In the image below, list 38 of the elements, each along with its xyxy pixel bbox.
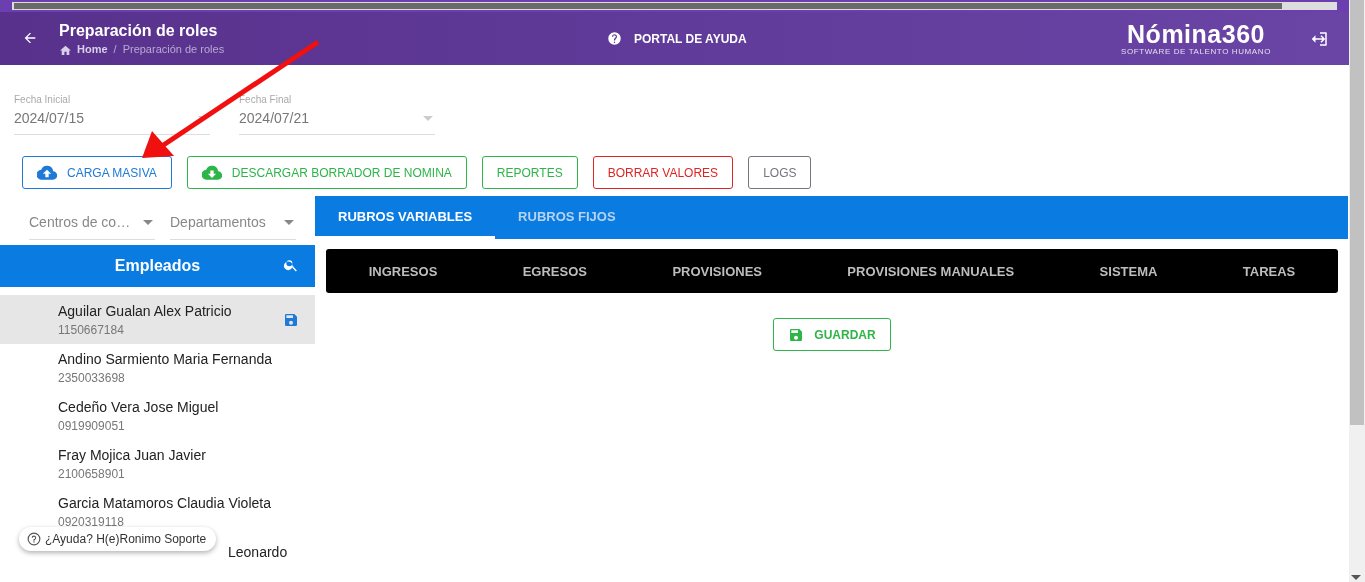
employee-item[interactable]: Andino Sarmiento Maria Fernanda 2350033698 <box>0 344 315 392</box>
subtab[interactable]: EGRESOS <box>514 257 595 285</box>
help-icon <box>27 532 41 546</box>
floppy-icon <box>788 326 805 343</box>
logout-button[interactable] <box>1311 29 1329 48</box>
date-field[interactable]: Fecha Final 2024/07/21 <box>239 94 435 135</box>
employee-item[interactable]: Leonardo <box>228 536 292 568</box>
save-icon <box>283 312 299 328</box>
help-portal-link[interactable]: PORTAL DE AYUDA <box>607 31 747 46</box>
action-button[interactable]: BORRAR VALORES <box>592 156 734 189</box>
tab[interactable]: RUBROS VARIABLES <box>315 196 496 239</box>
search-button[interactable] <box>283 257 299 273</box>
cloud-download-icon <box>201 164 222 181</box>
page-title: Preparación de roles <box>59 22 219 40</box>
action-button[interactable]: CARGA MASIVA <box>22 156 172 189</box>
breadcrumb-current: Preparación de roles <box>122 43 225 55</box>
breadcrumb-separator: / <box>113 43 117 55</box>
horizontal-scrollbar[interactable] <box>0 0 1349 12</box>
employees-header: Empleados <box>0 245 315 287</box>
subtab[interactable]: PROVISIONES <box>664 257 770 285</box>
breadcrumb-link[interactable]: Home <box>59 43 108 55</box>
filter-select[interactable]: Departamentos <box>170 210 296 240</box>
help-toast[interactable]: ¿Ayuda? H(e)Ronimo Soporte <box>19 527 217 551</box>
employee-item[interactable]: Cedeño Vera Jose Miguel 0919909051 <box>0 392 315 440</box>
help-icon <box>607 31 622 46</box>
subtab[interactable]: PROVISIONES MANUALES <box>839 257 1023 285</box>
employee-item[interactable]: Aguilar Gualan Alex Patricio 1150667184 <box>0 295 315 344</box>
logo: Nómina360 SOFTWARE DE TALENTO HUMANO <box>1121 21 1271 56</box>
vertical-scrollbar[interactable] <box>1349 0 1365 582</box>
action-button[interactable]: LOGS <box>748 156 812 189</box>
date-field[interactable]: Fecha Inicial 2024/07/15 <box>14 94 210 135</box>
cloud-upload-icon <box>37 164 57 181</box>
home-icon <box>59 43 72 55</box>
subtab[interactable]: INGRESOS <box>360 257 446 285</box>
employee-item[interactable]: Fray Mojica Juan Javier 2100658901 <box>0 440 315 488</box>
subtab[interactable]: SISTEMA <box>1091 257 1166 285</box>
subtab[interactable]: TAREAS <box>1234 257 1304 285</box>
filter-select[interactable]: Centros de co… <box>29 210 155 240</box>
